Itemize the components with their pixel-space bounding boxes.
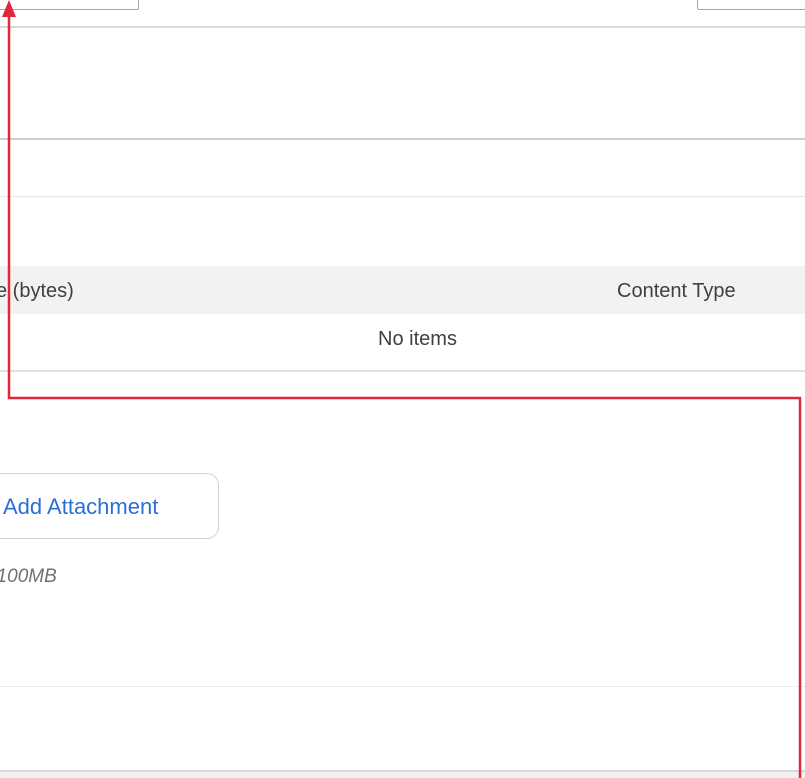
bottom-divider — [0, 770, 805, 778]
top-toolbar — [0, 0, 805, 28]
add-attachment-button[interactable]: Add Attachment — [0, 473, 219, 539]
top-right-field[interactable] — [697, 0, 805, 10]
attachments-table-empty-row: No items — [0, 314, 805, 372]
page: e (bytes) Content Type No items Add Atta… — [0, 0, 805, 778]
attachment-size-limit: / 100MB — [0, 566, 57, 587]
column-header-size[interactable]: e (bytes) — [0, 280, 74, 303]
annotation-arrow-line — [7, 16, 802, 778]
add-attachment-label: Add Attachment — [3, 494, 159, 519]
column-header-content-type[interactable]: Content Type — [617, 280, 736, 303]
empty-table-message: No items — [378, 328, 457, 350]
annotation-arrow — [2, 0, 802, 778]
section-divider — [0, 686, 805, 687]
attachments-table-header: e (bytes) Content Type — [0, 266, 805, 314]
section-divider — [0, 138, 805, 140]
section-divider — [0, 196, 805, 197]
top-left-field[interactable] — [0, 0, 139, 10]
